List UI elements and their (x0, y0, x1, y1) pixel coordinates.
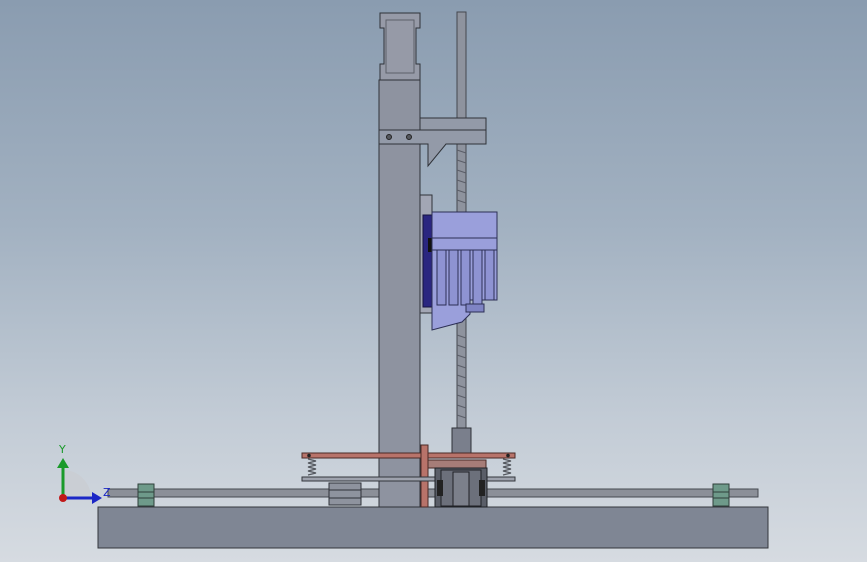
spring-right (502, 458, 512, 476)
bracket-hole-right (406, 134, 412, 140)
slider-block-right (434, 467, 488, 508)
carriage-assembly (431, 211, 498, 331)
triad-z-arrow (92, 492, 102, 504)
rod-bushing-left (137, 483, 155, 507)
cad-model-view[interactable] (0, 0, 867, 562)
base-plate (97, 506, 769, 549)
axis-triad (57, 458, 102, 504)
rod-bushing-right (712, 483, 730, 507)
triad-x-origin (59, 494, 67, 502)
triad-y-label: Y (59, 443, 66, 456)
spring-left (307, 458, 317, 476)
triad-z-label: Z (103, 486, 111, 499)
guide-rod (107, 488, 759, 498)
cad-graphics-viewport[interactable]: Y Z (0, 0, 867, 562)
slider-block-left (328, 482, 362, 506)
bracket-hole-left (386, 134, 392, 140)
triad-y-arrow (57, 458, 69, 468)
